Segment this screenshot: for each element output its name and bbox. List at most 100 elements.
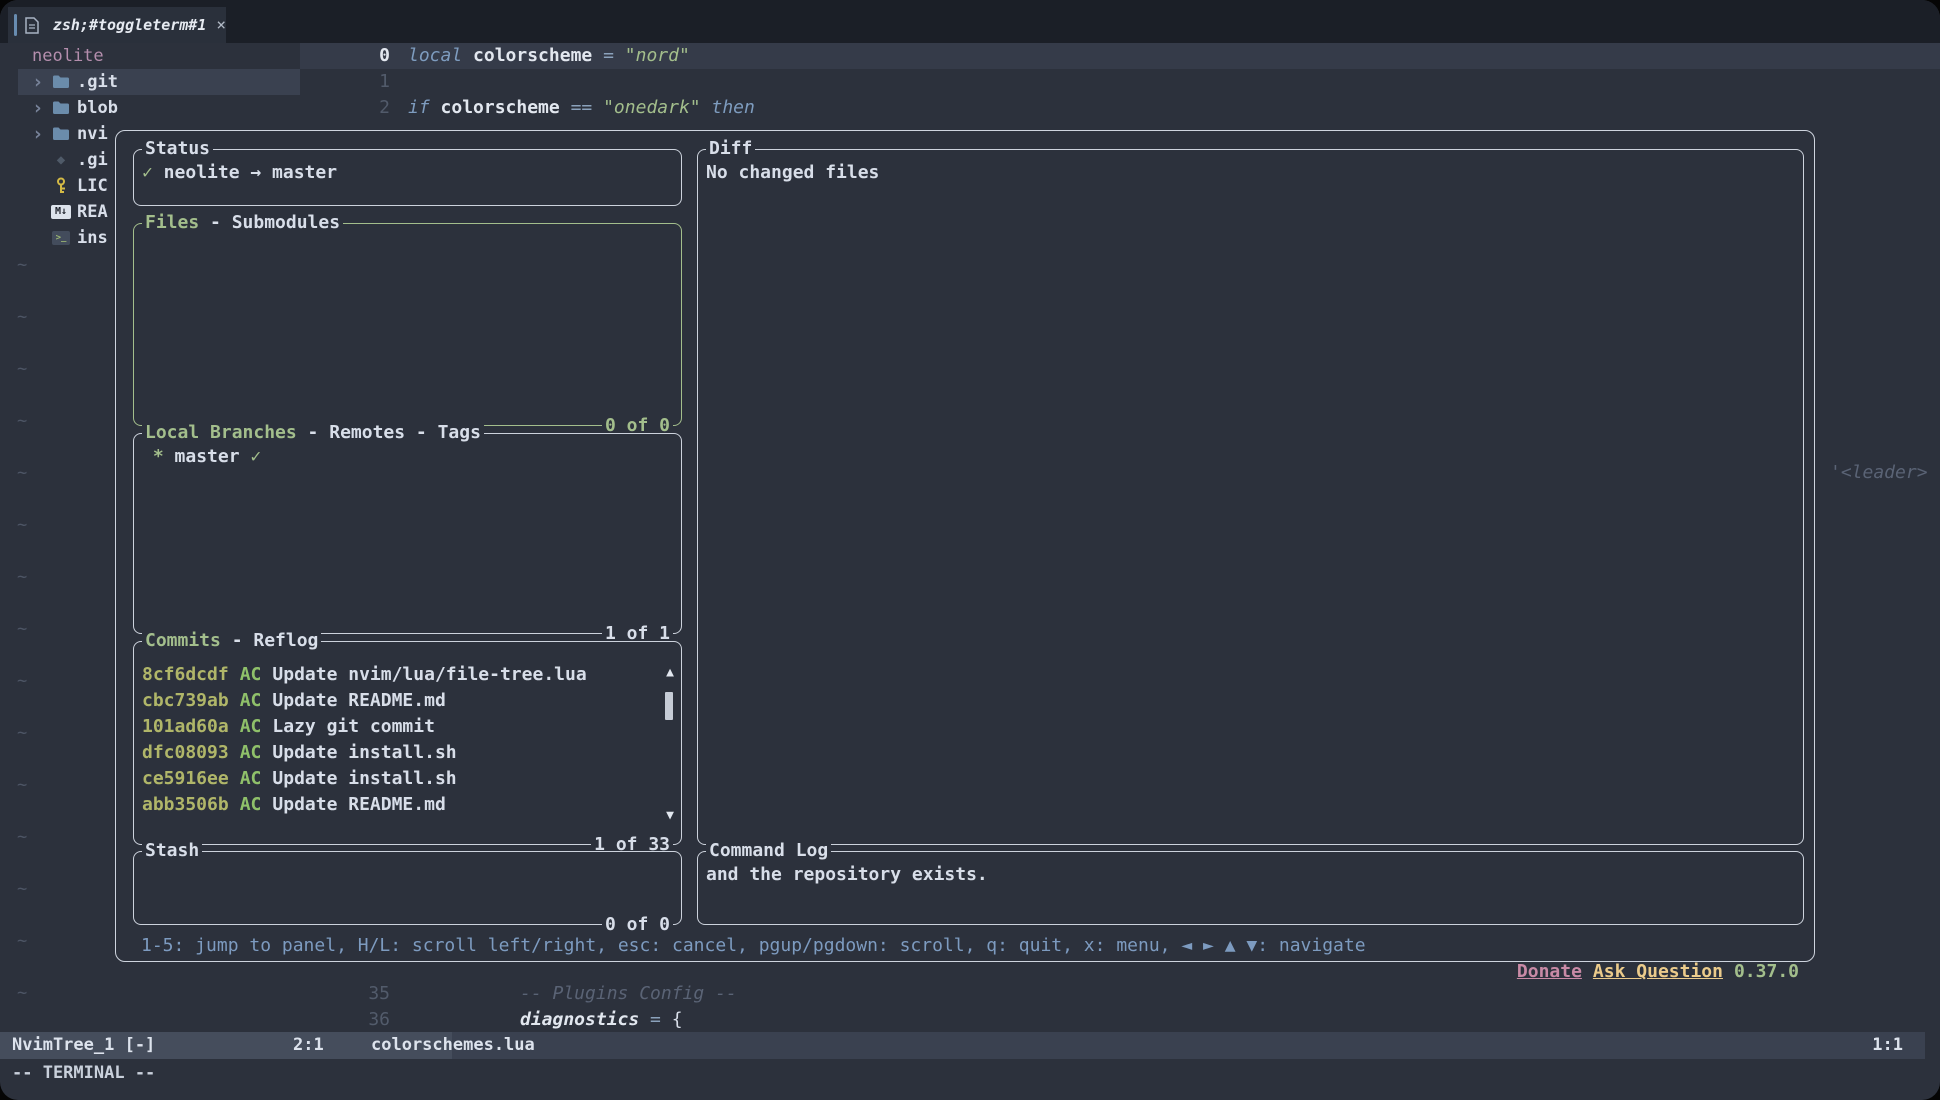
chevron-right-icon[interactable]: › bbox=[32, 121, 50, 147]
keybind-hints: 1-5: jump to panel, H/L: scroll left/rig… bbox=[141, 933, 1366, 959]
lazygit-branches-panel[interactable]: Local Branches - Remotes - Tags * master… bbox=[133, 433, 682, 634]
remotes-tags-tabs: - Remotes - Tags bbox=[297, 422, 481, 443]
branches-panel-title[interactable]: Local Branches - Remotes - Tags bbox=[142, 420, 484, 446]
donate-link[interactable]: Donate bbox=[1517, 961, 1582, 982]
commit-author: AC bbox=[240, 716, 262, 737]
command-log-content: and the repository exists. bbox=[698, 852, 1803, 888]
reflog-tab: - Reflog bbox=[221, 630, 319, 651]
lazygit-version: 0.37.0 bbox=[1734, 961, 1799, 982]
stash-panel-title: Stash bbox=[142, 838, 202, 864]
files-panel-title[interactable]: Files - Submodules bbox=[142, 210, 343, 236]
current-branch-star: * bbox=[142, 446, 175, 467]
commit-row[interactable]: 8cf6dcdf AC Update nvim/lua/file-tree.lua bbox=[142, 662, 673, 688]
status-text: ✓ neolite → master bbox=[134, 150, 681, 186]
commit-list: 8cf6dcdfACUpdate nvim/lua/file-tree.lua … bbox=[134, 642, 681, 818]
code-text: -- Plugins Config -- bbox=[520, 981, 737, 1007]
statusline-file-name: colorschemes.lua bbox=[371, 1032, 535, 1059]
lazygit-files-panel[interactable]: Files - Submodules 0 of 0 bbox=[133, 223, 682, 426]
chevron-right-icon[interactable]: › bbox=[32, 69, 50, 95]
tab-toggleterm[interactable]: zsh;#toggleterm#1 × bbox=[8, 7, 226, 43]
editor-buffer[interactable]: 0 local colorscheme = "nord" 1 2 if colo… bbox=[300, 43, 1940, 121]
check-icon: ✓ bbox=[142, 162, 153, 183]
commit-hash: ce5916ee bbox=[142, 768, 229, 789]
close-icon[interactable]: × bbox=[216, 12, 226, 38]
lazygit-status-panel[interactable]: Status ✓ neolite → master bbox=[133, 149, 682, 206]
commit-hash: 8cf6dcdf bbox=[142, 664, 229, 685]
tree-root[interactable]: neolite bbox=[18, 43, 300, 69]
command-log-title: Command Log bbox=[706, 838, 831, 864]
commit-message: Update install.sh bbox=[272, 742, 456, 763]
lazygit-diff-panel[interactable]: Diff No changed files bbox=[697, 149, 1804, 845]
line-number: 1 bbox=[300, 69, 390, 95]
commits-panel-title[interactable]: Commits - Reflog bbox=[142, 628, 321, 654]
commit-row[interactable]: ce5916ee AC Update install.sh bbox=[142, 766, 673, 792]
tree-item-label: blob bbox=[77, 95, 118, 121]
commit-message: Lazy git commit bbox=[272, 716, 435, 737]
commit-author: AC bbox=[240, 664, 262, 685]
commit-author: AC bbox=[240, 690, 262, 711]
tree-item-label: ins bbox=[77, 225, 108, 251]
commit-hash: dfc08093 bbox=[142, 742, 229, 763]
code-text: if colorscheme == "onedark" then bbox=[408, 95, 755, 121]
line-number: 0 bbox=[300, 43, 390, 69]
commit-author: AC bbox=[240, 794, 262, 815]
code-line: 1 bbox=[300, 69, 1940, 95]
folder-icon bbox=[50, 127, 72, 141]
statusline-tree-position: 2:1 bbox=[293, 1032, 324, 1059]
gitignore-icon: ◆ bbox=[50, 147, 72, 173]
active-buffer-indicator bbox=[14, 14, 17, 36]
commit-hash: abb3506b bbox=[142, 794, 229, 815]
branch-name: master bbox=[175, 446, 240, 467]
tree-item-label: nvi bbox=[77, 121, 108, 147]
code-text: local colorscheme = "nord" bbox=[408, 43, 690, 69]
diff-content: No changed files bbox=[698, 150, 1803, 186]
code-text: diagnostics = { bbox=[520, 1007, 683, 1033]
commit-author: AC bbox=[240, 768, 262, 789]
line-number: 2 bbox=[300, 95, 390, 121]
commit-message: Update README.md bbox=[272, 690, 445, 711]
ask-question-link[interactable]: Ask Question bbox=[1593, 961, 1723, 982]
tree-item-label: LIC bbox=[77, 173, 108, 199]
tree-root-label: neolite bbox=[32, 43, 104, 69]
statusline-cursor-position: 1:1 bbox=[1872, 1032, 1903, 1059]
key-icon bbox=[50, 177, 72, 195]
check-icon: ✓ bbox=[240, 446, 262, 467]
commit-row[interactable]: 101ad60a AC Lazy git commit bbox=[142, 714, 673, 740]
markdown-icon: M↓ bbox=[50, 205, 72, 219]
scrollbar-thumb[interactable] bbox=[665, 692, 673, 720]
lazygit-stash-panel[interactable]: Stash 0 of 0 bbox=[133, 851, 682, 925]
tree-item-label: REA bbox=[77, 199, 108, 225]
lazygit-command-log-panel[interactable]: Command Log and the repository exists. bbox=[697, 851, 1804, 925]
code-line: 2 if colorscheme == "onedark" then bbox=[300, 95, 1940, 121]
tree-item-label: .gi bbox=[77, 147, 108, 173]
shell-script-icon: >_ bbox=[50, 231, 72, 245]
tab-title: zsh;#toggleterm#1 bbox=[53, 12, 207, 38]
commit-message: Update install.sh bbox=[272, 768, 456, 789]
scroll-up-icon[interactable]: ▲ bbox=[666, 666, 674, 679]
commit-row[interactable]: cbc739ab AC Update README.md bbox=[142, 688, 673, 714]
line-number: 36 bbox=[300, 1007, 390, 1033]
scroll-down-icon[interactable]: ▼ bbox=[666, 809, 674, 822]
commit-message: Update nvim/lua/file-tree.lua bbox=[272, 664, 586, 685]
commits-tab: Commits bbox=[145, 630, 221, 651]
local-branches-tab: Local Branches bbox=[145, 422, 297, 443]
statusline: NvimTree_1 [-] 2:1 colorschemes.lua 1:1 bbox=[0, 1032, 1925, 1059]
commit-hash: 101ad60a bbox=[142, 716, 229, 737]
code-line: 0 local colorscheme = "nord" bbox=[300, 43, 1940, 69]
tree-item-label: .git bbox=[77, 69, 118, 95]
folder-icon bbox=[50, 101, 72, 115]
chevron-right-icon[interactable]: › bbox=[32, 95, 50, 121]
commit-author: AC bbox=[240, 742, 262, 763]
commit-message: Update README.md bbox=[272, 794, 445, 815]
tree-item-git[interactable]: › .git bbox=[18, 69, 300, 95]
tree-item-blob[interactable]: › blob bbox=[18, 95, 300, 121]
lazygit-window[interactable]: Status ✓ neolite → master Files - Submod… bbox=[115, 130, 1815, 962]
line-number: 35 bbox=[300, 981, 390, 1007]
lazygit-commits-panel[interactable]: Commits - Reflog 8cf6dcdfACUpdate nvim/l… bbox=[133, 641, 682, 845]
statusline-buffer-name: NvimTree_1 [-] bbox=[12, 1032, 155, 1059]
bufferline-tabbar: zsh;#toggleterm#1 × bbox=[0, 0, 1940, 43]
leader-hint-text: '<leader> bbox=[1830, 460, 1928, 486]
commit-row[interactable]: dfc08093 AC Update install.sh bbox=[142, 740, 673, 766]
commit-row[interactable]: abb3506b AC Update README.md bbox=[142, 792, 673, 818]
commit-hash: cbc739ab bbox=[142, 690, 229, 711]
